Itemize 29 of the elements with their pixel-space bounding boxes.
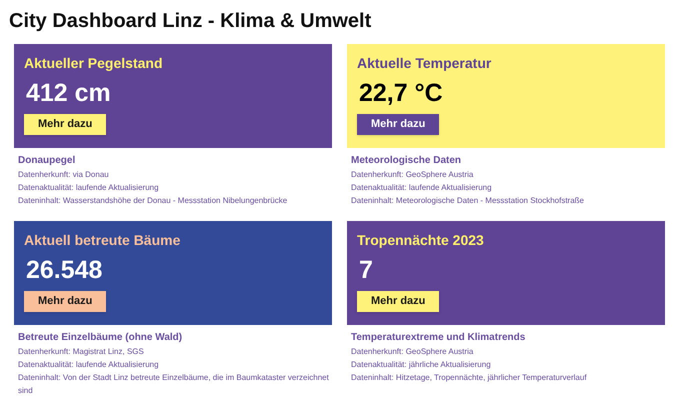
info-title: Meteorologische Daten [351,154,462,168]
card-heading: Aktuell betreute Bäume [24,231,180,249]
more-button[interactable]: Mehr dazu [24,291,106,312]
info-line: Dateninhalt: Meteorologische Daten - Messstation Stockhofstraße [351,195,586,207]
card-heading: Tropennächte 2023 [357,231,484,249]
info-line: Datenaktualität: laufende Aktualisierung [18,359,160,371]
more-button[interactable]: Mehr dazu [357,114,440,135]
info-line: Datenherkunft: via Donau [18,169,110,181]
info-title: Temperaturextreme und Klimatrends [351,331,526,345]
more-button[interactable]: Mehr dazu [357,291,440,312]
stat-value: 22,7 °C [359,78,443,108]
card-heading: Aktuelle Temperatur [357,54,492,72]
info-title: Betreute Einzelbäume (ohne Wald) [18,331,182,345]
info-line: Datenherkunft: GeoSphere Austria [351,169,474,181]
page-title: City Dashboard Linz - Klima & Umwelt [8,9,372,33]
info-line: Datenaktualität: laufende Aktualisierung [18,182,160,194]
more-button[interactable]: Mehr dazu [24,114,106,135]
info-line: Datenherkunft: GeoSphere Austria [351,346,474,358]
stat-value: 26.548 [26,255,102,285]
info-title: Donaupegel [18,154,76,168]
info-line: Datenaktualität: laufende Aktualisierung [351,182,493,194]
info-line: Dateninhalt: Von der Stadt Linz betreute Einzelbäume, die im Baumkataster verzeichnet sind [18,372,330,397]
info-line: Dateninhalt: Hitzetage, Tropennächte, jährlicher Temperaturverlauf [351,372,588,384]
stat-value: 412 cm [26,78,111,108]
stat-value: 7 [359,255,373,285]
info-line: Datenherkunft: Magistrat Linz, SGS [18,346,145,358]
info-line: Datenaktualität: jährliche Aktualisierung [351,359,492,371]
info-line: Dateninhalt: Wasserstandshöhe der Donau - Messstation Nibelungenbrücke [18,195,288,207]
card-heading: Aktueller Pegelstand [24,54,162,72]
